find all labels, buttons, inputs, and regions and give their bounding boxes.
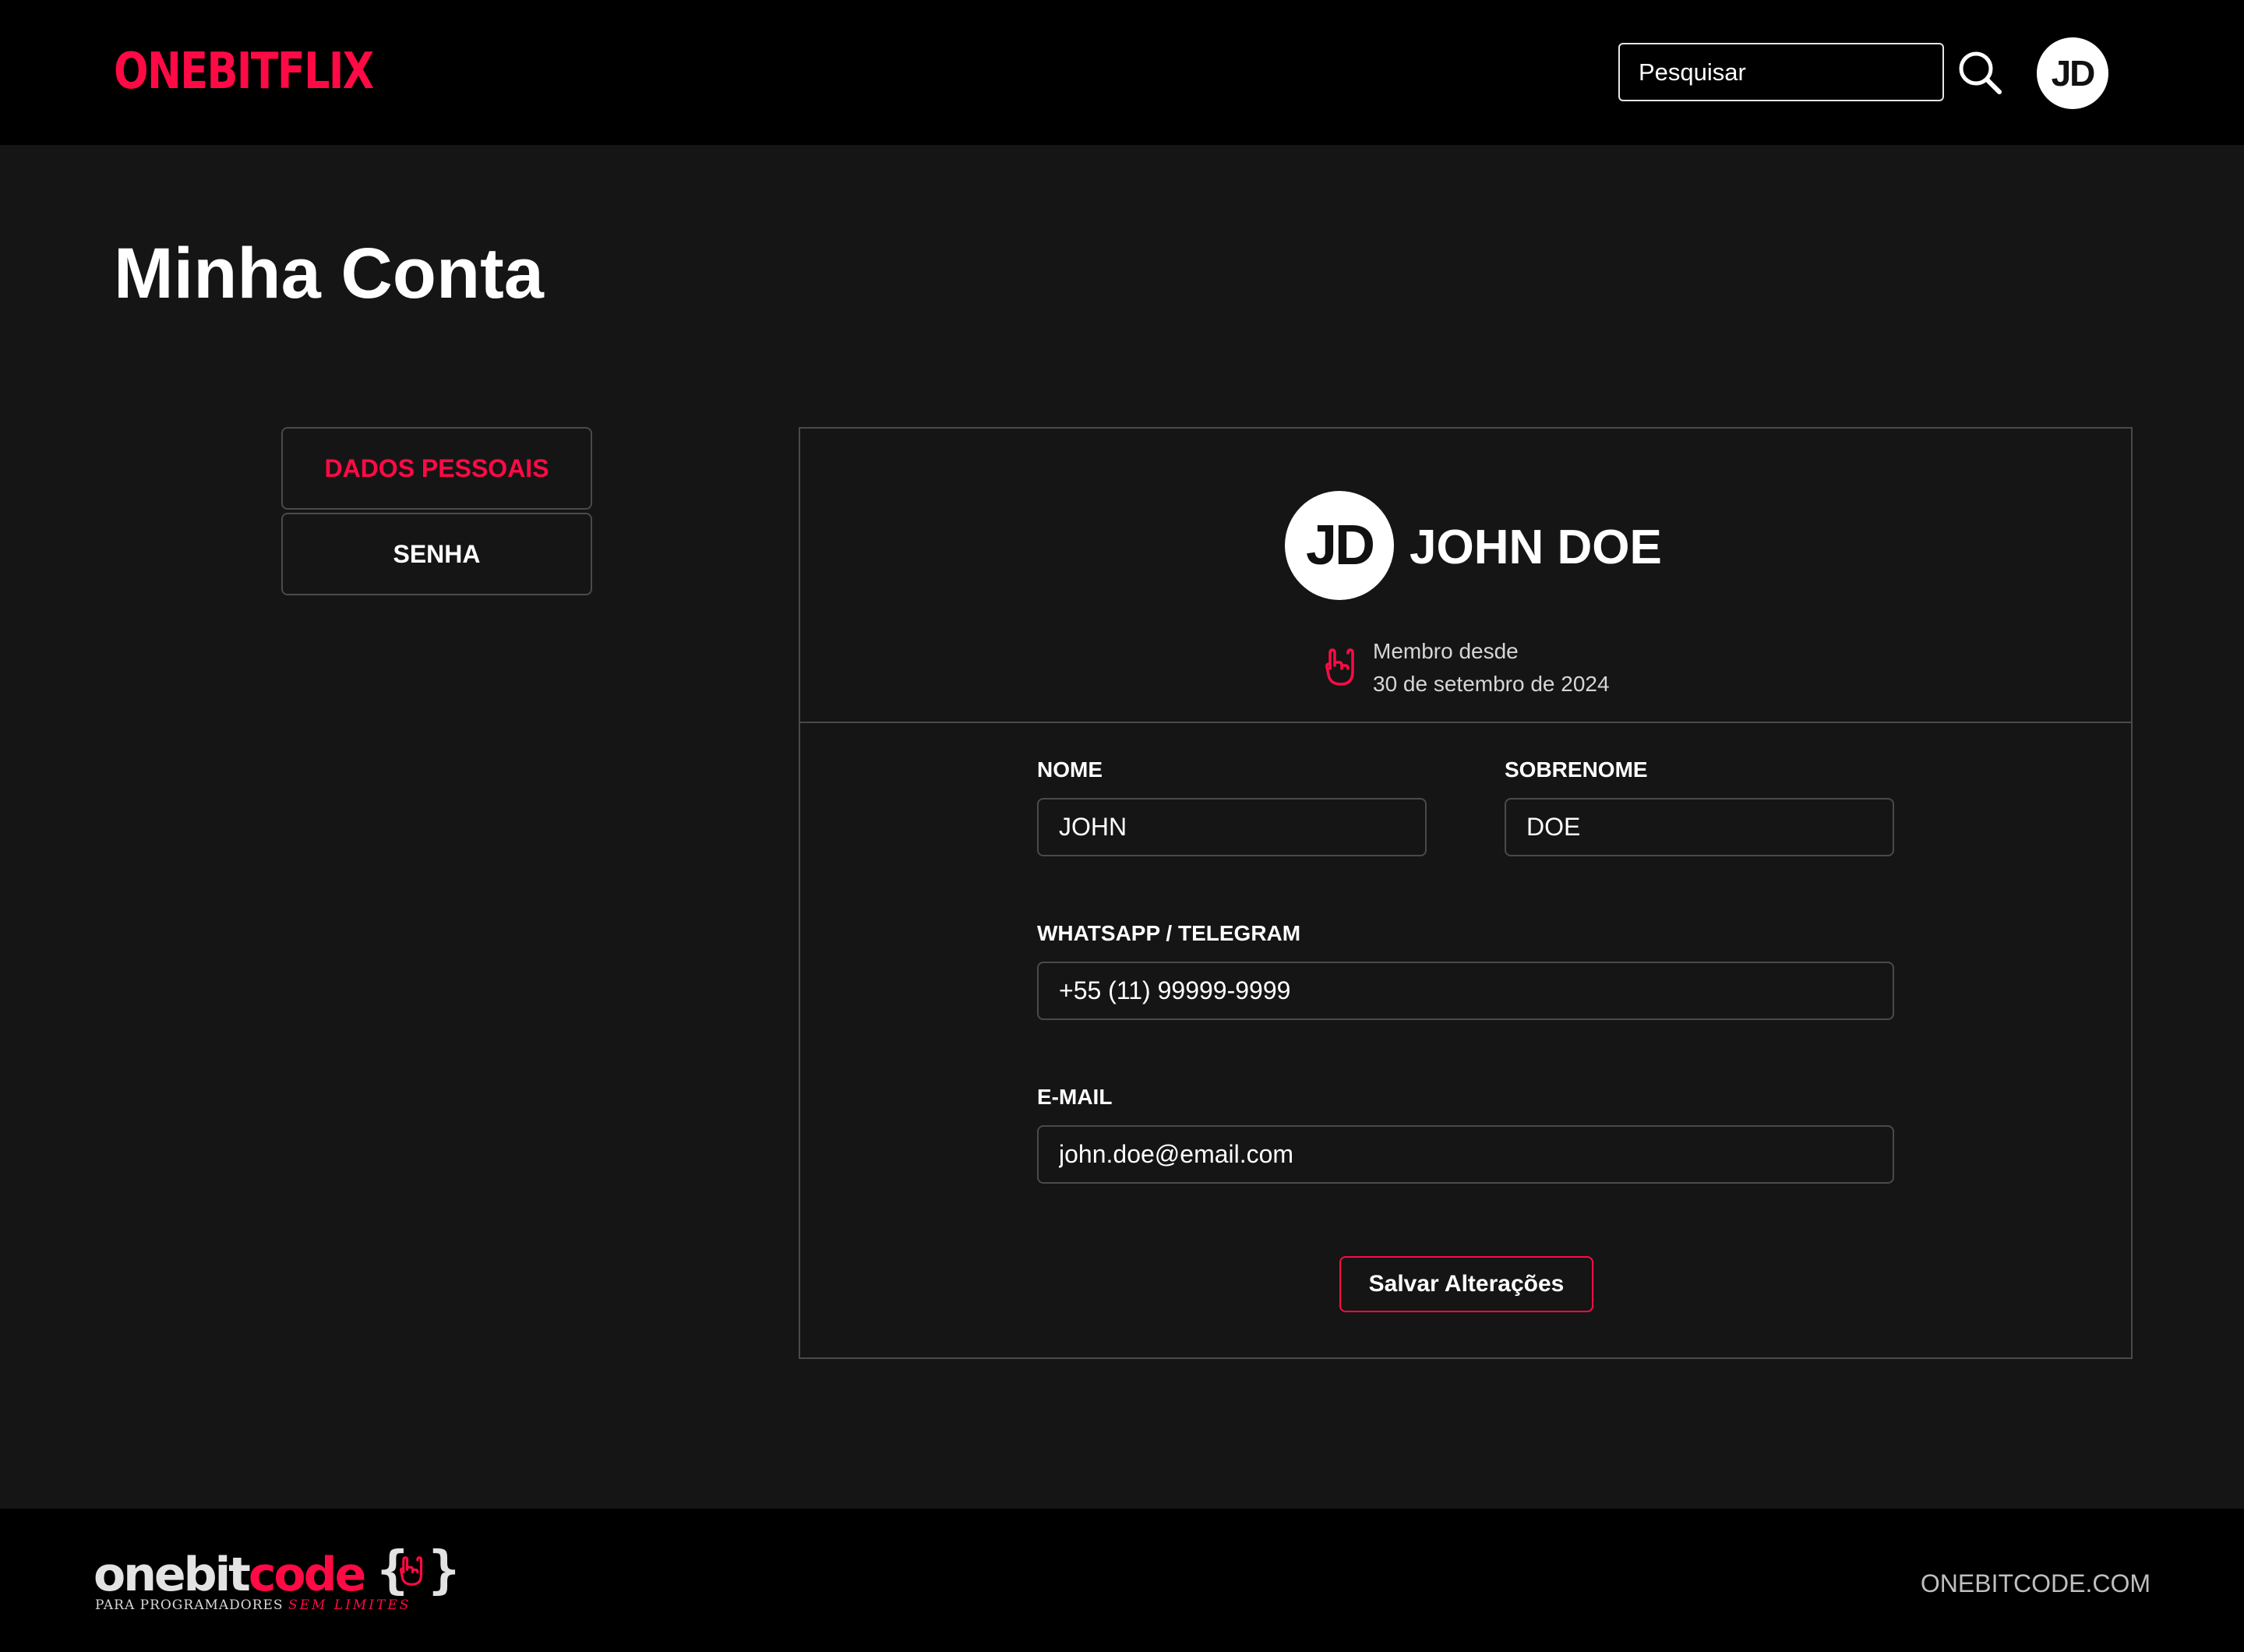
profile-name: JOHN DOE [1410, 521, 1662, 574]
onebitcode-link[interactable]: ONEBITCODE.COM [1921, 1568, 2150, 1599]
footer-tagline: PARA PROGRAMADORES SEM LIMITES [95, 1597, 411, 1613]
last-name-label: SOBRENOME [1505, 757, 1648, 782]
footer-logo-part1: onebit [94, 1548, 251, 1602]
email-label: E-MAIL [1037, 1085, 1113, 1109]
onebitflix-logo[interactable]: ONEBITFLIX [114, 37, 374, 106]
footer-tagline-part2: SEM LIMITES [288, 1597, 411, 1613]
user-avatar[interactable]: JD [2037, 37, 2108, 109]
card-divider [800, 722, 2131, 723]
tab-password[interactable]: SENHA [281, 513, 592, 595]
footer-tagline-part1: PARA PROGRAMADORES [95, 1597, 284, 1613]
rock-hand-icon [1325, 648, 1354, 686]
last-name-field[interactable] [1505, 798, 1894, 856]
footer: onebitcode { } PARA PROGRAMADORES SEM LI… [0, 1509, 2244, 1652]
phone-label: WHATSAPP / TELEGRAM [1037, 921, 1301, 945]
member-since-date: 30 de setembro de 2024 [1373, 672, 1610, 696]
top-header: ONEBITFLIX JD [0, 0, 2244, 145]
rock-hand-icon [399, 1556, 423, 1586]
email-field[interactable] [1037, 1125, 1894, 1184]
search-button[interactable] [1956, 48, 2004, 97]
search-input[interactable] [1618, 43, 1944, 101]
account-page: ONEBITFLIX JD Minha Conta DADOS PESSOAIS… [0, 0, 2244, 1652]
footer-logo-part2: code [248, 1548, 366, 1602]
tab-personal-data[interactable]: DADOS PESSOAIS [281, 427, 592, 510]
profile-avatar: JD [1285, 491, 1394, 600]
onebitcode-logo[interactable]: onebitcode [94, 1548, 366, 1602]
member-since-label: Membro desde [1373, 639, 1519, 663]
account-card: JD JOHN DOE Membro desde 30 de setembro … [799, 427, 2133, 1359]
first-name-label: NOME [1037, 757, 1103, 782]
first-name-field[interactable] [1037, 798, 1427, 856]
save-changes-button[interactable]: Salvar Alterações [1339, 1256, 1593, 1312]
phone-field[interactable] [1037, 962, 1894, 1020]
footer-brace-close: } [429, 1540, 460, 1600]
search-icon [1959, 51, 2002, 94]
page-title: Minha Conta [114, 234, 544, 313]
